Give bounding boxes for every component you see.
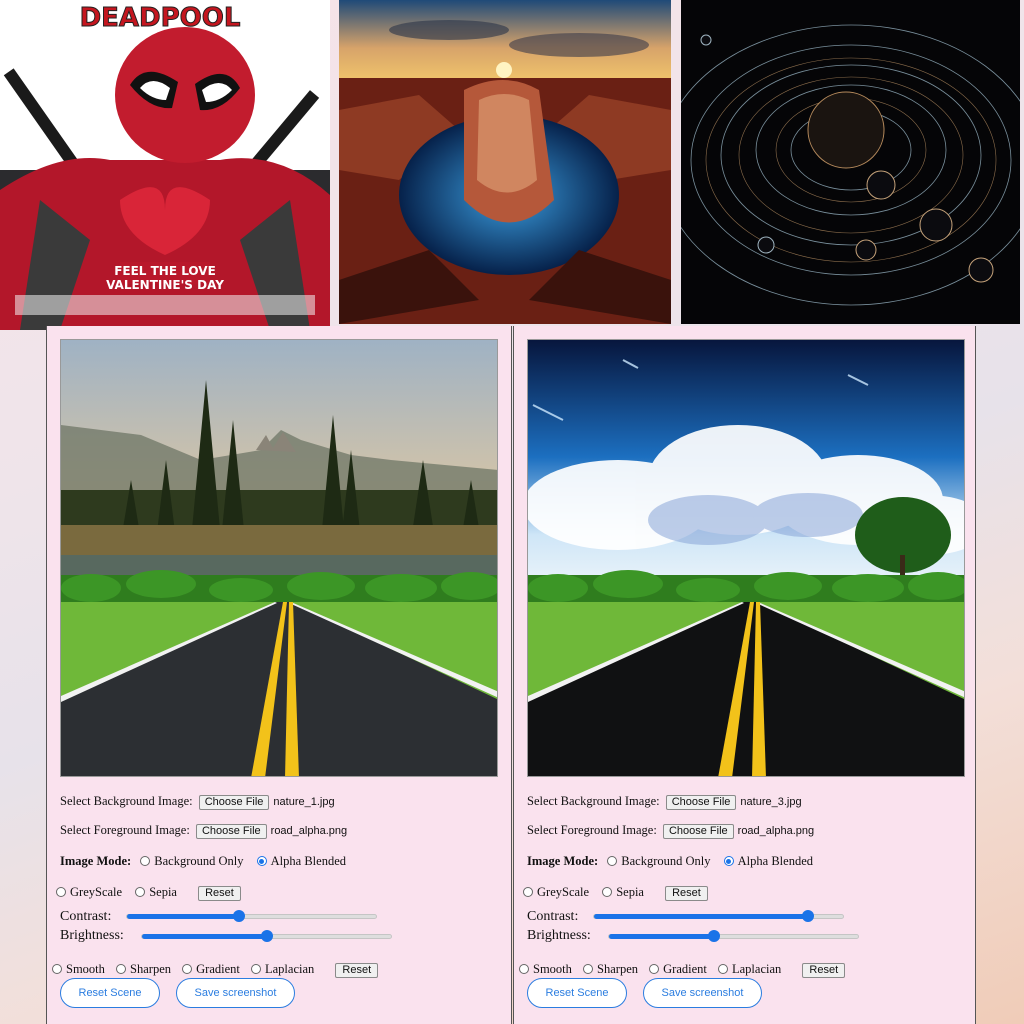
kernel-reset-button[interactable]: Reset [802, 963, 846, 978]
background-file-name: nature_3.jpg [740, 796, 802, 808]
contrast-label: Contrast: [60, 909, 112, 924]
filter-greyscale-radio[interactable] [56, 887, 66, 897]
mode-background-only-radio[interactable] [140, 856, 151, 866]
contrast-slider[interactable] [126, 910, 377, 922]
background-choose-file-button[interactable]: Choose File [665, 795, 737, 810]
editor-panel-left: Select Background Image: Choose File natu… [46, 326, 512, 1024]
background-file-name: nature_1.jpg [273, 796, 335, 808]
poster-title: DEADPOOL [80, 3, 241, 33]
kernel-laplacian-radio[interactable] [717, 964, 728, 974]
contrast-slider[interactable] [593, 910, 844, 922]
reset-scene-button[interactable]: Reset Scene [60, 978, 160, 1008]
kernel-sharpen-radio[interactable] [116, 964, 127, 974]
kernel-sharpen-label: Sharpen [130, 962, 171, 976]
kernel-gradient-label: Gradient [663, 962, 707, 976]
mode-alpha-blended-label: Alpha Blended [270, 854, 346, 868]
brightness-slider[interactable] [141, 930, 392, 942]
contrast-slider-knob[interactable] [233, 910, 246, 922]
poster-tagline-1: FEEL THE LOVE [114, 264, 216, 278]
save-screenshot-button[interactable]: Save screenshot [176, 978, 295, 1008]
background-file-row: Select Background Image: Choose File natu… [527, 794, 802, 810]
color-filter-row: GreyScale Sepia Reset [517, 885, 708, 901]
mode-alpha-blended-radio[interactable] [723, 856, 734, 866]
kernel-gradient-label: Gradient [196, 962, 240, 976]
kernel-gradient-radio[interactable] [649, 964, 660, 974]
kernel-sharpen-radio[interactable] [583, 964, 594, 974]
foreground-label: Select Foreground Image: [60, 823, 190, 837]
deadpool-poster-image: DEADPOOL FEEL THE LOVE VALENTINE'S DAY [0, 0, 330, 330]
kernel-gradient-radio[interactable] [182, 964, 193, 974]
foreground-file-name: road_alpha.png [270, 825, 348, 837]
background-choose-file-button[interactable]: Choose File [198, 795, 270, 810]
solar-system-edges-image [681, 0, 1020, 324]
brightness-label: Brightness: [60, 928, 124, 943]
brightness-slider[interactable] [608, 930, 859, 942]
kernel-smooth-label: Smooth [533, 962, 572, 976]
filter-greyscale-label: GreyScale [70, 885, 123, 899]
filter-reset-button[interactable]: Reset [665, 886, 708, 901]
filter-sepia-label: Sepia [149, 885, 177, 899]
brightness-label: Brightness: [527, 928, 591, 943]
poster-tagline-2: VALENTINE'S DAY [106, 278, 224, 292]
kernel-laplacian-label: Laplacian [264, 962, 315, 976]
background-label: Select Background Image: [60, 794, 193, 808]
mode-background-only-radio[interactable] [607, 856, 618, 866]
image-mode-row: Image Mode: Background Only Alpha Blende… [527, 854, 813, 869]
foreground-file-row: Select Foreground Image: Choose File road… [527, 823, 814, 839]
filter-greyscale-radio[interactable] [523, 887, 533, 897]
image-mode-label: Image Mode: [60, 854, 132, 868]
kernel-filter-row: Smooth Sharpen Gradient Laplacian Reset [47, 962, 379, 978]
kernel-smooth-radio[interactable] [52, 964, 62, 974]
kernel-laplacian-label: Laplacian [731, 962, 782, 976]
kernel-filter-row: Smooth Sharpen Gradient Laplacian Reset [514, 962, 846, 978]
foreground-choose-file-button[interactable]: Choose File [662, 824, 734, 839]
render-canvas[interactable] [527, 339, 965, 777]
kernel-sharpen-label: Sharpen [597, 962, 638, 976]
brightness-slider-fill [142, 934, 267, 939]
mode-background-only-label: Background Only [621, 854, 711, 868]
brightness-slider-knob[interactable] [707, 930, 720, 942]
save-screenshot-button[interactable]: Save screenshot [643, 978, 762, 1008]
color-filter-row: GreyScale Sepia Reset [50, 885, 241, 901]
canyon-photo [339, 0, 671, 324]
mode-background-only-label: Background Only [154, 854, 244, 868]
filter-sepia-radio[interactable] [602, 887, 613, 897]
image-mode-row: Image Mode: Background Only Alpha Blende… [60, 854, 346, 869]
filter-reset-button[interactable]: Reset [198, 886, 241, 901]
mode-alpha-blended-radio[interactable] [256, 856, 267, 866]
filter-sepia-label: Sepia [616, 885, 644, 899]
kernel-reset-button[interactable]: Reset [335, 963, 379, 978]
kernel-laplacian-radio[interactable] [250, 964, 261, 974]
render-canvas[interactable] [60, 339, 498, 777]
foreground-label: Select Foreground Image: [527, 823, 657, 837]
background-label: Select Background Image: [527, 794, 660, 808]
foreground-choose-file-button[interactable]: Choose File [195, 824, 267, 839]
image-mode-label: Image Mode: [527, 854, 599, 868]
foreground-file-row: Select Foreground Image: Choose File road… [60, 823, 347, 839]
filter-sepia-radio[interactable] [135, 887, 146, 897]
kernel-smooth-radio[interactable] [519, 964, 529, 974]
brightness-slider-knob[interactable] [260, 930, 273, 942]
contrast-slider-fill [127, 914, 240, 919]
contrast-label: Contrast: [527, 909, 579, 924]
filter-greyscale-label: GreyScale [537, 885, 590, 899]
contrast-slider-fill [594, 914, 809, 919]
brightness-slider-fill [609, 934, 714, 939]
mode-alpha-blended-label: Alpha Blended [737, 854, 813, 868]
editor-panel-right: Select Background Image: Choose File natu… [513, 326, 976, 1024]
reset-scene-button[interactable]: Reset Scene [527, 978, 627, 1008]
kernel-smooth-label: Smooth [66, 962, 105, 976]
contrast-slider-knob[interactable] [802, 910, 815, 922]
foreground-file-name: road_alpha.png [737, 825, 815, 837]
background-file-row: Select Background Image: Choose File natu… [60, 794, 335, 810]
